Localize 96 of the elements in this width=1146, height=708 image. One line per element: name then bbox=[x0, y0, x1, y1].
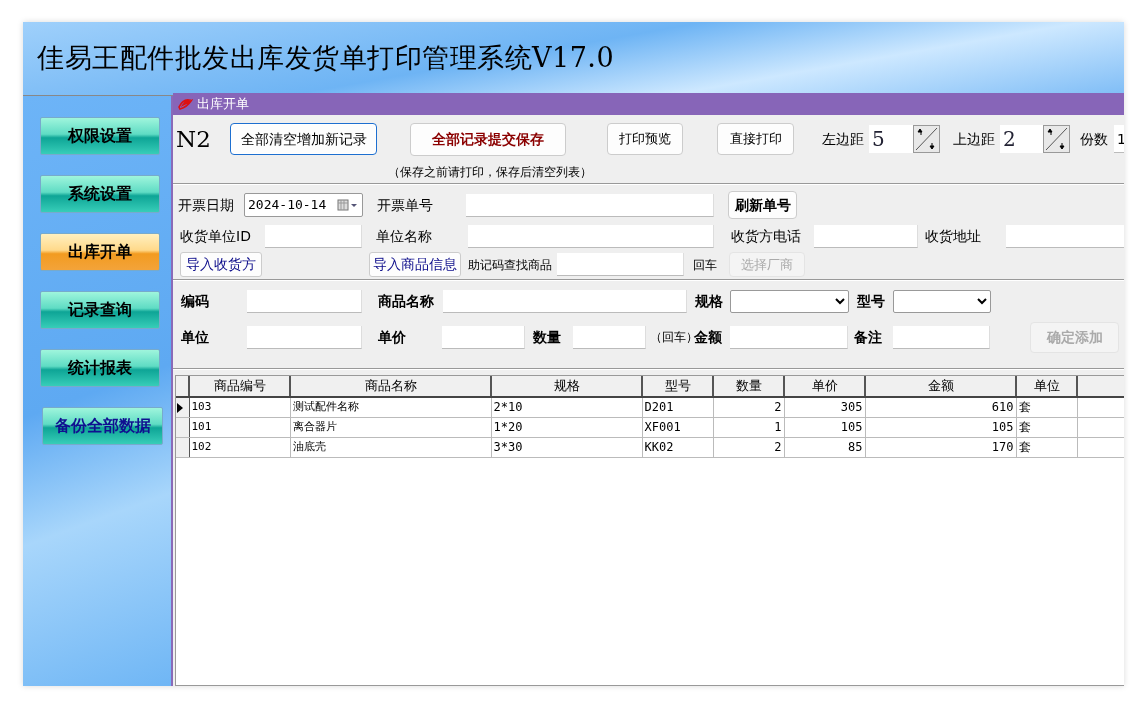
table-cell: 85 bbox=[784, 437, 865, 457]
spin-button[interactable] bbox=[913, 125, 940, 153]
field-label: 单位名称 bbox=[376, 226, 433, 246]
dropdown[interactable] bbox=[730, 289, 849, 313]
table-cell: 套 bbox=[1016, 417, 1077, 437]
field-label: 备注 bbox=[854, 327, 883, 347]
date-field[interactable]: 2024-10-14 bbox=[244, 193, 363, 217]
field-label: 数量 bbox=[533, 327, 562, 347]
table-cell: 3*30 bbox=[491, 437, 642, 457]
button: 确定添加 bbox=[1030, 321, 1119, 353]
field-label: 开票单号 bbox=[377, 195, 434, 215]
table-cell: 102 bbox=[189, 437, 290, 457]
column-header[interactable]: 商品名称 bbox=[290, 376, 491, 397]
table-cell: 2 bbox=[713, 437, 784, 457]
button[interactable]: 全部记录提交保存 bbox=[410, 122, 566, 156]
table-cell: 套 bbox=[1016, 437, 1077, 457]
column-header[interactable]: 型号 bbox=[642, 376, 713, 397]
field-label: 收货单位ID bbox=[180, 226, 252, 246]
nav-button[interactable]: 记录查询 bbox=[40, 291, 160, 329]
field-label: 商品名称 bbox=[378, 291, 435, 311]
table-cell: 170 bbox=[865, 437, 1016, 457]
dropdown[interactable] bbox=[893, 289, 991, 313]
field-label: 型号 bbox=[857, 291, 886, 311]
table-cell: 2 bbox=[713, 397, 784, 417]
button[interactable]: 直接打印 bbox=[717, 123, 794, 155]
column-header[interactable]: 金额 bbox=[865, 376, 1016, 397]
input-field[interactable] bbox=[557, 253, 684, 276]
button[interactable]: 导入商品信息 bbox=[369, 252, 461, 277]
nav-button[interactable]: 权限设置 bbox=[40, 117, 160, 155]
field-label: 规格 bbox=[695, 291, 724, 311]
table-cell: 105 bbox=[784, 417, 865, 437]
table-cell: 测试配件名称 bbox=[290, 397, 491, 417]
table-cell: 油底壳 bbox=[290, 437, 491, 457]
input-field[interactable] bbox=[443, 289, 687, 313]
column-header[interactable]: 单价 bbox=[784, 376, 865, 397]
input-field[interactable] bbox=[466, 193, 714, 217]
app-title: 佳易王配件批发出库发货单打印管理系统V17.0 bbox=[37, 41, 615, 76]
table-cell: 1*20 bbox=[491, 417, 642, 437]
button[interactable]: 导入收货方 bbox=[180, 252, 262, 277]
field-label: 助记码查找商品 bbox=[468, 256, 553, 274]
button[interactable]: 刷新单号 bbox=[728, 191, 797, 219]
nav-button[interactable]: 备份全部数据 bbox=[42, 407, 163, 445]
column-header[interactable]: 数量 bbox=[713, 376, 784, 397]
field-label: 收货地址 bbox=[925, 226, 982, 246]
nav-button[interactable]: 系统设置 bbox=[40, 175, 160, 213]
button[interactable]: 全部清空增加新记录 bbox=[230, 123, 377, 155]
field-label: 单价 bbox=[378, 327, 407, 347]
spinner-field[interactable]: 2 bbox=[1000, 125, 1043, 153]
column-header[interactable]: 规格 bbox=[491, 376, 642, 397]
table-cell: 103 bbox=[189, 397, 290, 417]
input-field[interactable] bbox=[573, 325, 646, 349]
spinner-field[interactable]: 5 bbox=[869, 125, 913, 153]
spin-button[interactable] bbox=[1043, 125, 1070, 153]
field-label: 左边距 bbox=[822, 129, 865, 149]
table-cell: 1 bbox=[713, 417, 784, 437]
calendar-dropdown-icon bbox=[337, 199, 359, 211]
table-cell: 305 bbox=[784, 397, 865, 417]
field-label: 金额 bbox=[694, 327, 723, 347]
table-cell: 2*10 bbox=[491, 397, 642, 417]
column-header[interactable]: 商品编号 bbox=[189, 376, 290, 397]
button: 选择厂商 bbox=[729, 252, 805, 277]
field-label: 收货方电话 bbox=[731, 226, 802, 246]
table-cell: D201 bbox=[642, 397, 713, 417]
table-cell: KK02 bbox=[642, 437, 713, 457]
field-label: （回车） bbox=[650, 329, 692, 346]
field-label: 开票日期 bbox=[178, 195, 235, 215]
table-cell: 101 bbox=[189, 417, 290, 437]
input-field[interactable] bbox=[247, 325, 362, 349]
field-label: 单位 bbox=[181, 327, 210, 347]
button[interactable]: 打印预览 bbox=[607, 123, 683, 155]
field-label: 份数 bbox=[1080, 129, 1109, 149]
table-cell: XF001 bbox=[642, 417, 713, 437]
current-row-icon bbox=[176, 401, 184, 414]
table-cell: 610 bbox=[865, 397, 1016, 417]
nav-button[interactable]: 统计报表 bbox=[40, 349, 160, 387]
logo-icon bbox=[177, 97, 193, 111]
input-field[interactable] bbox=[1006, 224, 1124, 248]
record-number: N2 bbox=[176, 124, 212, 154]
nav-button[interactable]: 出库开单 bbox=[40, 233, 160, 271]
input-field[interactable] bbox=[814, 224, 918, 248]
input-field[interactable] bbox=[893, 325, 990, 349]
field-label: 上边距 bbox=[953, 129, 996, 149]
input-field[interactable] bbox=[265, 224, 362, 248]
column-header[interactable]: 单位 bbox=[1016, 376, 1077, 397]
input-field[interactable]: 1 bbox=[1114, 125, 1124, 153]
field-label: 编码 bbox=[181, 291, 210, 311]
field-label: 回车 bbox=[693, 256, 718, 274]
input-field[interactable] bbox=[442, 325, 525, 349]
input-field[interactable] bbox=[247, 289, 362, 313]
input-field[interactable] bbox=[468, 224, 714, 248]
table-cell: 105 bbox=[865, 417, 1016, 437]
table-cell: 套 bbox=[1016, 397, 1077, 417]
input-field[interactable] bbox=[730, 325, 848, 349]
table-cell: 离合器片 bbox=[290, 417, 491, 437]
panel-title: 出库开单 bbox=[197, 95, 249, 114]
save-note: （保存之前请打印，保存后清空列表） bbox=[388, 164, 592, 181]
